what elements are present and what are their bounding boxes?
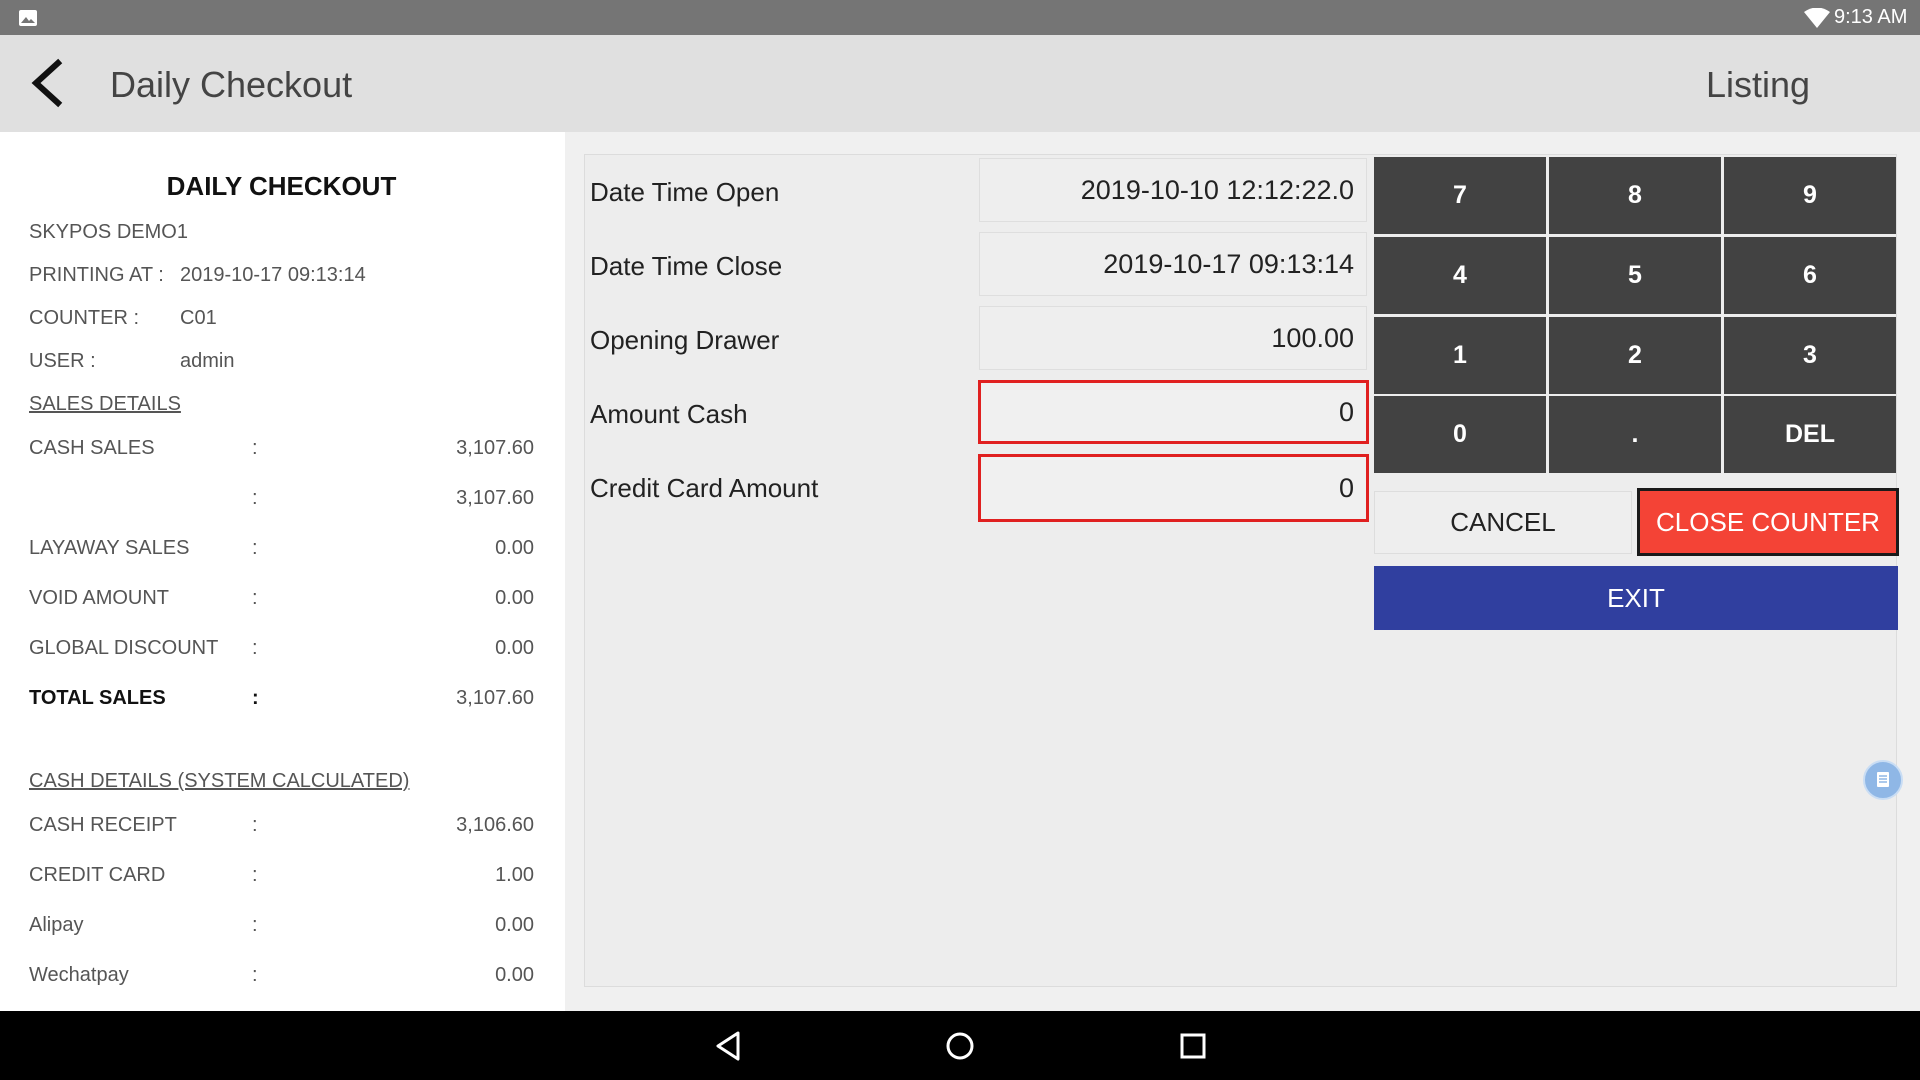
cash-row-label: Wechatpay: [29, 964, 129, 986]
receipt-panel: DAILY CHECKOUT SKYPOS DEMO1 PRINTING AT …: [0, 132, 565, 1011]
date-time-open-label: Date Time Open: [590, 177, 780, 207]
back-triangle-icon[interactable]: [710, 1028, 746, 1064]
cash-row-colon: :: [252, 864, 258, 886]
key-7[interactable]: 7: [1374, 157, 1546, 234]
listing-button[interactable]: Listing: [1706, 64, 1810, 106]
sales-row-colon: :: [252, 437, 258, 459]
key-0[interactable]: 0: [1374, 396, 1546, 473]
key-5[interactable]: 5: [1549, 237, 1721, 314]
date-time-close-label: Date Time Close: [590, 251, 783, 281]
sales-row-amount: 3,107.60: [456, 687, 534, 709]
cash-row-amount: 1.00: [495, 864, 534, 886]
cash-row: CASH RECEIPT : 3,106.60: [29, 814, 534, 844]
cash-row-amount: 0.00: [495, 914, 534, 936]
key-decimal[interactable]: .: [1549, 396, 1721, 473]
sales-row-amount: 0.00: [495, 537, 534, 559]
sales-row-colon: :: [252, 687, 259, 709]
cash-row-colon: :: [252, 914, 258, 936]
document-icon: [1877, 772, 1889, 787]
cash-row-label: CASH RECEIPT: [29, 814, 177, 836]
user-label: USER :: [29, 350, 96, 372]
sales-row-label: CASH SALES: [29, 437, 155, 459]
sales-row-label: LAYAWAY SALES: [29, 537, 190, 559]
sales-row: VOID AMOUNT : 0.00: [29, 587, 534, 617]
sales-row-colon: :: [252, 637, 258, 659]
total-sales-row: TOTAL SALES : 3,107.60: [29, 687, 534, 717]
arrow-back-icon: [31, 58, 63, 108]
credit-card-amount-label: Credit Card Amount: [590, 473, 819, 503]
page-title: Daily Checkout: [110, 64, 353, 105]
cash-row-amount: 3,106.60: [456, 814, 534, 836]
system-nav-bar: [0, 1011, 1920, 1080]
key-6[interactable]: 6: [1724, 237, 1896, 314]
sales-row-colon: :: [252, 587, 258, 609]
printing-at-value: 2019-10-17 09:13:14: [180, 264, 366, 286]
key-4[interactable]: 4: [1374, 237, 1546, 314]
key-1[interactable]: 1: [1374, 317, 1546, 394]
floating-note-bubble[interactable]: [1863, 760, 1903, 800]
cash-row-amount: 0.00: [495, 964, 534, 986]
counter-value: C01: [180, 307, 217, 329]
printing-at-label: PRINTING AT :: [29, 264, 164, 286]
numeric-keypad: 7 8 9 4 5 6 1 2 3 0 . DEL: [1374, 157, 1898, 473]
counter-label: COUNTER :: [29, 307, 139, 329]
credit-card-amount-input[interactable]: 0: [978, 454, 1369, 522]
status-bar: 9:13 AM: [0, 0, 1920, 35]
home-circle-icon[interactable]: [942, 1028, 978, 1064]
exit-button[interactable]: EXIT: [1374, 566, 1898, 630]
sales-row: : 3,107.60: [29, 487, 534, 517]
cash-row-colon: :: [252, 964, 258, 986]
key-9[interactable]: 9: [1724, 157, 1896, 234]
user-value: admin: [180, 350, 235, 372]
date-time-open-value: 2019-10-10 12:12:22.0: [979, 158, 1367, 222]
cancel-button[interactable]: CANCEL: [1374, 491, 1632, 554]
back-button[interactable]: [22, 55, 78, 111]
cash-row-label: Alipay: [29, 914, 84, 936]
close-counter-button[interactable]: CLOSE COUNTER: [1637, 488, 1899, 556]
sales-row: CASH SALES : 3,107.60: [29, 437, 534, 467]
amount-cash-label: Amount Cash: [590, 399, 748, 429]
app-bar: Daily Checkout Listing: [0, 35, 1920, 132]
opening-drawer-value: 100.00: [979, 306, 1367, 370]
sales-row-label: VOID AMOUNT: [29, 587, 170, 609]
amount-cash-input[interactable]: 0: [978, 380, 1369, 444]
sales-row-amount: 0.00: [495, 637, 534, 659]
cash-row-label: CREDIT CARD: [29, 864, 166, 886]
sales-row-amount: 3,107.60: [456, 487, 534, 509]
cash-details-heading: CASH DETAILS (SYSTEM CALCULATED): [29, 770, 410, 792]
receipt-title: DAILY CHECKOUT: [166, 171, 397, 201]
sales-details-heading: SALES DETAILS: [29, 393, 181, 415]
sales-row: GLOBAL DISCOUNT : 0.00: [29, 637, 534, 667]
sales-row-amount: 3,107.60: [456, 437, 534, 459]
recents-square-icon[interactable]: [1175, 1028, 1211, 1064]
key-3[interactable]: 3: [1724, 317, 1896, 394]
sales-row-label: TOTAL SALES: [29, 687, 166, 709]
sales-row-colon: :: [252, 487, 258, 509]
cash-row: CREDIT CARD : 1.00: [29, 864, 534, 894]
date-time-close-value: 2019-10-17 09:13:14: [979, 232, 1367, 296]
cash-row: Alipay : 0.00: [29, 914, 534, 944]
image-icon: [19, 10, 37, 26]
key-8[interactable]: 8: [1549, 157, 1721, 234]
store-name: SKYPOS DEMO1: [29, 221, 188, 243]
clock: 9:13 AM: [1834, 6, 1908, 28]
key-2[interactable]: 2: [1549, 317, 1721, 394]
sales-row-colon: :: [252, 537, 258, 559]
cash-row-colon: :: [252, 814, 258, 836]
opening-drawer-label: Opening Drawer: [590, 325, 780, 355]
wifi-icon: [1804, 8, 1830, 28]
sales-row-amount: 0.00: [495, 587, 534, 609]
sales-row-label: GLOBAL DISCOUNT: [29, 637, 219, 659]
sales-row: LAYAWAY SALES : 0.00: [29, 537, 534, 567]
key-delete[interactable]: DEL: [1724, 396, 1896, 473]
cash-row: Wechatpay : 0.00: [29, 964, 534, 994]
